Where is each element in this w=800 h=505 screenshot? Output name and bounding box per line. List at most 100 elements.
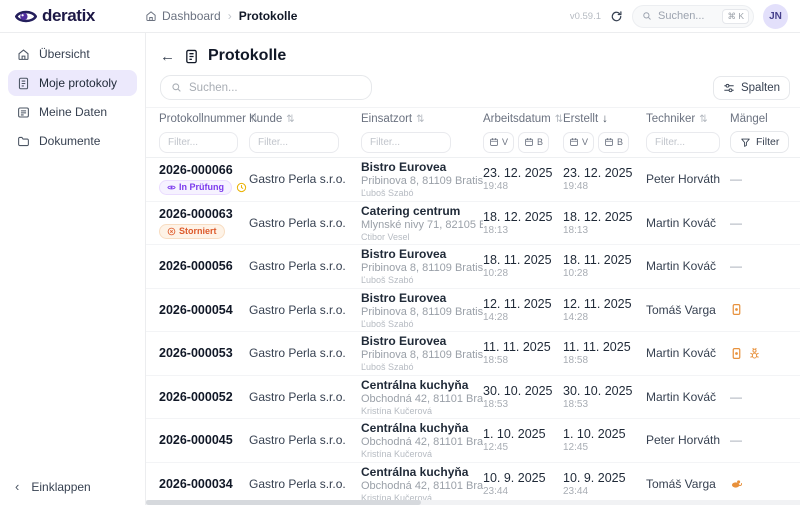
cell-techniker: Peter Horváth: [646, 433, 730, 447]
columns-button[interactable]: Spalten: [712, 75, 790, 100]
work-time: 18:58: [483, 355, 509, 367]
table-row[interactable]: 2026-000034 Gastro Perla s.r.o. Centráln…: [146, 463, 800, 505]
protocol-number: 2026-000056: [159, 259, 233, 274]
horizontal-scrollbar[interactable]: [146, 500, 800, 505]
table-row[interactable]: 2026-000045 Gastro Perla s.r.o. Centráln…: [146, 419, 800, 463]
protocol-number: 2026-000063: [159, 206, 233, 221]
site-name: Bistro Eurovea: [361, 160, 447, 175]
technician-name: Tomáš Varga: [646, 476, 716, 491]
sort-both-icon: ⇅: [554, 113, 564, 125]
protocol-number: 2026-000045: [159, 433, 233, 448]
back-button[interactable]: ←: [160, 49, 175, 64]
cell-erstellt: 12. 11. 2025 14:28: [563, 297, 646, 323]
collapse-sidebar-button[interactable]: ‹ Einklappen: [15, 479, 91, 494]
cell-einsatzort: Centrálna kuchyňa Obchodná 42, 81101 Bra…: [361, 421, 483, 459]
maengel-filter-button[interactable]: Filter: [730, 131, 790, 153]
work-date: 18. 11. 2025: [483, 253, 552, 268]
refresh-button[interactable]: [610, 10, 623, 23]
table-row[interactable]: 2026-000053 Gastro Perla s.r.o. Bistro E…: [146, 332, 800, 376]
protokollnummer-filter-input[interactable]: [159, 131, 239, 153]
column-header-label: Protokollnummer: [159, 113, 246, 125]
cell-einsatzort: Catering centrum Mlynské nivy 71, 82105 …: [361, 204, 483, 242]
cell-arbeitsdatum: 18. 11. 2025 10:28: [483, 253, 563, 279]
site-contact: Kristína Kučerová: [361, 405, 433, 416]
table-search-input[interactable]: [189, 81, 361, 94]
card-icon: [17, 106, 30, 119]
protocol-number: 2026-000052: [159, 389, 233, 404]
sidebar-item-dokumente[interactable]: Dokumente: [8, 128, 137, 154]
horizontal-scrollbar-thumb[interactable]: [146, 500, 421, 505]
status-badge-label: Storniert: [179, 225, 217, 236]
column-header-erstellt[interactable]: Erstellt ↓: [563, 113, 646, 125]
column-header-label: Kunde: [249, 113, 283, 125]
sidebar: Übersicht Moje protokoly Meine Daten Dok…: [0, 33, 146, 505]
table-row[interactable]: 2026-000052 Gastro Perla s.r.o. Centráln…: [146, 376, 800, 419]
cell-protokollnummer: 2026-000053: [159, 346, 249, 360]
page-title: Protokolle: [208, 47, 287, 64]
column-header-techniker[interactable]: Techniker ⇅: [646, 113, 730, 125]
work-date: 1. 10. 2025: [483, 427, 546, 442]
customer-name: Gastro Perla s.r.o.: [249, 259, 346, 274]
no-defects-marker: —: [730, 172, 742, 187]
chevron-left-icon: ‹: [15, 479, 20, 494]
sidebar-item-meine-daten[interactable]: Meine Daten: [8, 99, 137, 125]
technician-name: Peter Horváth: [646, 433, 721, 448]
search-icon: [642, 11, 652, 21]
column-header-protokollnummer[interactable]: Protokollnummer ⇅: [159, 113, 258, 125]
cell-maengel: [730, 477, 792, 490]
site-address: Pribinova 8, 81109 Bratislava: [361, 305, 483, 318]
work-date: 18. 12. 2025: [483, 209, 553, 224]
sidebar-item-uebersicht[interactable]: Übersicht: [8, 41, 137, 67]
avatar[interactable]: JN: [763, 3, 788, 29]
collapse-label: Einklappen: [31, 479, 91, 494]
created-time: 10:28: [563, 268, 589, 280]
customer-name: Gastro Perla s.r.o.: [249, 389, 346, 404]
logo[interactable]: deratix: [14, 6, 145, 26]
table-row[interactable]: 2026-000056 Gastro Perla s.r.o. Bistro E…: [146, 245, 800, 289]
customer-name: Gastro Perla s.r.o.: [249, 346, 346, 361]
column-header-kunde[interactable]: Kunde ⇅: [249, 113, 361, 125]
table-row[interactable]: 2026-000063 Storniert Gastro Perla s.r.o…: [146, 202, 800, 245]
protocol-number: 2026-000054: [159, 302, 233, 317]
created-time: 18:58: [563, 355, 589, 367]
created-time: 14:28: [563, 311, 589, 323]
customer-name: Gastro Perla s.r.o.: [249, 302, 346, 317]
table-row[interactable]: 2026-000054 Gastro Perla s.r.o. Bistro E…: [146, 289, 800, 332]
techniker-filter-input[interactable]: [646, 131, 720, 153]
cell-erstellt: 30. 10. 2025 18:53: [563, 384, 646, 410]
arbeitsdatum-date-to-button[interactable]: B: [518, 131, 550, 153]
work-time: 23:44: [483, 485, 509, 497]
cell-kunde: Gastro Perla s.r.o.: [249, 259, 361, 273]
created-date: 18. 12. 2025: [563, 209, 633, 224]
column-header-label: Techniker: [646, 113, 696, 125]
einsatzort-filter-input[interactable]: [361, 131, 451, 153]
breadcrumb-dashboard[interactable]: Dashboard: [145, 9, 221, 23]
logo-text: deratix: [42, 6, 95, 25]
cell-maengel: [730, 347, 792, 360]
cell-einsatzort: Bistro Eurovea Pribinova 8, 81109 Bratis…: [361, 334, 483, 372]
created-time: 23:44: [563, 485, 589, 497]
technician-name: Peter Horváth: [646, 172, 721, 187]
bait-station-icon: [730, 347, 743, 360]
customer-name: Gastro Perla s.r.o.: [249, 433, 346, 448]
column-header-arbeitsdatum[interactable]: Arbeitsdatum ⇅: [483, 113, 563, 125]
cell-einsatzort: Bistro Eurovea Pribinova 8, 81109 Bratis…: [361, 291, 483, 329]
calendar-icon: [569, 137, 579, 147]
work-time: 10:28: [483, 268, 509, 280]
sidebar-item-moje-protokoly[interactable]: Moje protokoly: [8, 70, 137, 96]
global-search[interactable]: Suchen... ⌘ K: [632, 4, 754, 28]
column-header-label: Mängel: [730, 113, 768, 125]
erstellt-date-from-button[interactable]: V: [563, 131, 595, 153]
work-time: 18:13: [483, 224, 509, 236]
table-row[interactable]: 2026-000066 In Prüfung Gastro Perla s.r.…: [146, 158, 800, 202]
kunde-filter-input[interactable]: [249, 131, 339, 153]
arbeitsdatum-date-from-button[interactable]: V: [483, 131, 515, 153]
work-date: 10. 9. 2025: [483, 470, 546, 485]
created-date: 23. 12. 2025: [563, 166, 633, 181]
column-header-label: Arbeitsdatum: [483, 113, 551, 125]
customer-name: Gastro Perla s.r.o.: [249, 215, 346, 230]
site-name: Centrálna kuchyňa: [361, 421, 469, 436]
erstellt-date-to-button[interactable]: B: [598, 131, 630, 153]
column-header-einsatzort[interactable]: Einsatzort ⇅: [361, 113, 483, 125]
cell-techniker: Peter Horváth: [646, 172, 730, 186]
